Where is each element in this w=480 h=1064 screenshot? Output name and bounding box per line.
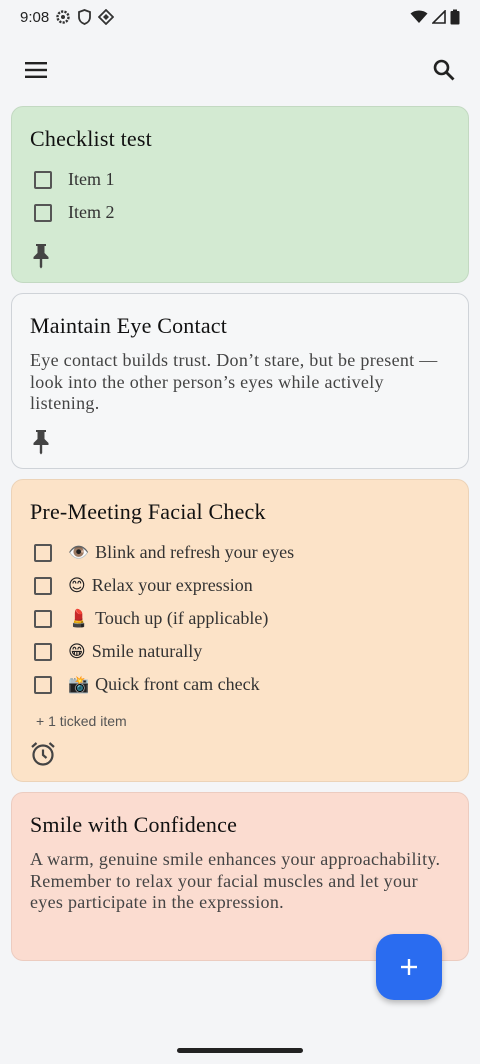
gesture-nav-handle[interactable] <box>177 1048 303 1053</box>
checklist-item-label: Touch up (if applicable) <box>95 608 269 628</box>
pin-icon <box>33 244 49 269</box>
checklist-item-label: Relax your expression <box>91 575 253 595</box>
plus-icon <box>401 959 417 975</box>
checkbox[interactable] <box>34 675 52 694</box>
checklist-item[interactable]: 😊 Relax your expression <box>30 569 450 602</box>
checklist-item[interactable]: Item 2 <box>30 196 450 229</box>
checkbox[interactable] <box>34 642 52 661</box>
pin-indicator <box>30 429 450 455</box>
checklist-item-label: Item 1 <box>68 169 115 189</box>
note-card-pre-meeting-facial-check[interactable]: Pre-Meeting Facial Check 👁️ Blink and re… <box>11 479 469 782</box>
emoji-lipstick: 💄 <box>68 608 90 629</box>
reminder-indicator <box>30 741 450 769</box>
emoji-smile: 😊 <box>68 575 86 596</box>
diamond-icon <box>98 9 115 25</box>
checkbox[interactable] <box>34 543 52 562</box>
settings-gear-icon <box>56 10 70 24</box>
checklist-item-label: Quick front cam check <box>95 674 260 694</box>
note-body: Eye contact builds trust. Don’t stare, b… <box>30 350 438 413</box>
checklist-item-label: Smile naturally <box>91 641 203 661</box>
note-card-maintain-eye-contact[interactable]: Maintain Eye Contact Eye contact builds … <box>11 293 469 469</box>
note-title: Maintain Eye Contact <box>30 313 228 338</box>
checklist-item[interactable]: 👁️ Blink and refresh your eyes <box>30 536 450 569</box>
signal-icon <box>432 10 446 24</box>
note-title: Checklist test <box>30 126 152 151</box>
note-title: Smile with Confidence <box>30 812 238 837</box>
search-icon <box>433 59 455 81</box>
emoji-camera: 📸 <box>68 674 90 695</box>
note-card-checklist-test[interactable]: Checklist test Item 1 Item 2 <box>11 106 469 283</box>
emoji-grin: 😁 <box>68 641 86 662</box>
checklist-item-label: Item 2 <box>68 202 115 222</box>
checklist-item[interactable]: 💄 Touch up (if applicable) <box>30 602 450 635</box>
checkbox[interactable] <box>34 609 52 628</box>
menu-button[interactable] <box>22 56 50 84</box>
checkbox[interactable] <box>34 203 52 222</box>
status-time: 9:08 <box>20 8 50 26</box>
shield-icon <box>78 9 92 25</box>
wifi-icon <box>410 10 428 23</box>
note-title: Pre-Meeting Facial Check <box>30 499 266 524</box>
status-bar: 9:08 <box>0 0 480 34</box>
checklist-item-label: Blink and refresh your eyes <box>95 542 295 562</box>
notes-list: Checklist test Item 1 Item 2 Maintain Ey… <box>0 106 480 961</box>
note-body: A warm, genuine smile enhances your appr… <box>30 849 441 912</box>
ticked-items-count: + 1 ticked item <box>36 713 127 729</box>
alarm-icon <box>31 742 55 766</box>
menu-icon <box>25 62 47 78</box>
checklist-item[interactable]: 😁 Smile naturally <box>30 635 450 668</box>
checklist-item[interactable]: Item 1 <box>30 163 450 196</box>
battery-icon <box>450 9 460 25</box>
pin-icon <box>33 429 49 454</box>
top-app-bar <box>0 34 480 106</box>
emoji-eye: 👁️ <box>68 542 90 563</box>
add-note-button[interactable] <box>376 934 442 1000</box>
pin-indicator <box>30 243 450 269</box>
checkbox[interactable] <box>34 170 52 189</box>
checkbox[interactable] <box>34 576 52 595</box>
search-button[interactable] <box>430 56 458 84</box>
checklist-item[interactable]: 📸 Quick front cam check <box>30 668 450 701</box>
